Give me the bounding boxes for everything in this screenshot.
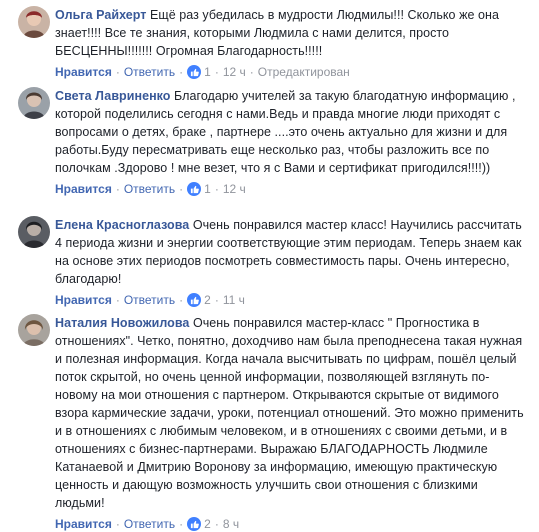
avatar[interactable] — [18, 216, 50, 248]
thumbs-up-icon — [187, 517, 202, 531]
comment-body: Ольга Райхерт Ещё раз убедилась в мудрос… — [55, 6, 525, 80]
comment-author[interactable]: Ольга Райхерт — [55, 8, 146, 22]
separator: · — [179, 182, 184, 196]
comment-author[interactable]: Елена Красноглазова — [55, 218, 189, 232]
separator: · — [115, 517, 120, 531]
user-photo-icon — [18, 216, 50, 248]
like-button[interactable]: Нравится — [55, 292, 112, 308]
like-count[interactable]: 2 — [204, 516, 211, 532]
comment-actions: Нравится · Ответить · 1 · 12 ч · Отредак… — [55, 64, 525, 80]
comment-time[interactable]: 12 ч — [223, 181, 246, 197]
reply-button[interactable]: Ответить — [124, 516, 175, 532]
user-photo-icon — [18, 6, 50, 38]
comment-time[interactable]: 11 ч — [223, 292, 245, 308]
separator: · — [115, 293, 120, 307]
comment-body: Елена Красноглазова Очень понравился мас… — [55, 216, 525, 308]
separator: · — [249, 65, 254, 79]
separator: · — [214, 517, 219, 531]
comment-text-block: Елена Красноглазова Очень понравился мас… — [55, 216, 525, 288]
like-button[interactable]: Нравится — [55, 516, 112, 532]
reply-button[interactable]: Ответить — [124, 64, 175, 80]
separator: · — [179, 293, 184, 307]
like-button[interactable]: Нравится — [55, 64, 112, 80]
comment-time[interactable]: 8 ч — [223, 516, 239, 532]
comment-actions: Нравится · Ответить · 2 · 11 ч — [55, 292, 525, 308]
thumbs-up-icon — [187, 293, 202, 307]
comment-time[interactable]: 12 ч — [223, 64, 246, 80]
like-count[interactable]: 2 — [204, 292, 211, 308]
separator: · — [115, 182, 120, 196]
thumbs-up-icon — [187, 65, 202, 79]
comment-author[interactable]: Наталия Новожилова — [55, 316, 189, 330]
comment-text-block: Света Лавриненко Благодарю учителей за т… — [55, 87, 525, 177]
avatar[interactable] — [18, 6, 50, 38]
comment-list: Ольга Райхерт Ещё раз убедилась в мудрос… — [0, 0, 539, 531]
edited-label[interactable]: Отредактирован — [258, 64, 350, 80]
reply-button[interactable]: Ответить — [124, 181, 175, 197]
separator: · — [179, 517, 184, 531]
avatar[interactable] — [18, 87, 50, 119]
comment-text-block: Наталия Новожилова Очень понравился маст… — [55, 314, 525, 512]
comment-body: Наталия Новожилова Очень понравился маст… — [55, 314, 525, 532]
user-photo-icon — [18, 87, 50, 119]
reply-button[interactable]: Ответить — [124, 292, 175, 308]
comment-actions: Нравится · Ответить · 2 · 8 ч — [55, 516, 525, 532]
separator: · — [214, 65, 219, 79]
separator: · — [214, 293, 219, 307]
thumbs-up-icon — [187, 182, 202, 196]
separator: · — [214, 182, 219, 196]
separator: · — [179, 65, 184, 79]
comment-body: Света Лавриненко Благодарю учителей за т… — [55, 87, 525, 197]
like-count[interactable]: 1 — [204, 181, 211, 197]
comment-text-block: Ольга Райхерт Ещё раз убедилась в мудрос… — [55, 6, 525, 60]
user-photo-icon — [18, 314, 50, 346]
comment-actions: Нравится · Ответить · 1 · 12 ч — [55, 181, 525, 197]
avatar[interactable] — [18, 314, 50, 346]
comment-text: Очень понравился мастер-класс " Прогност… — [55, 316, 524, 510]
like-button[interactable]: Нравится — [55, 181, 112, 197]
separator: · — [115, 65, 120, 79]
comment-author[interactable]: Света Лавриненко — [55, 89, 171, 103]
like-count[interactable]: 1 — [204, 64, 211, 80]
